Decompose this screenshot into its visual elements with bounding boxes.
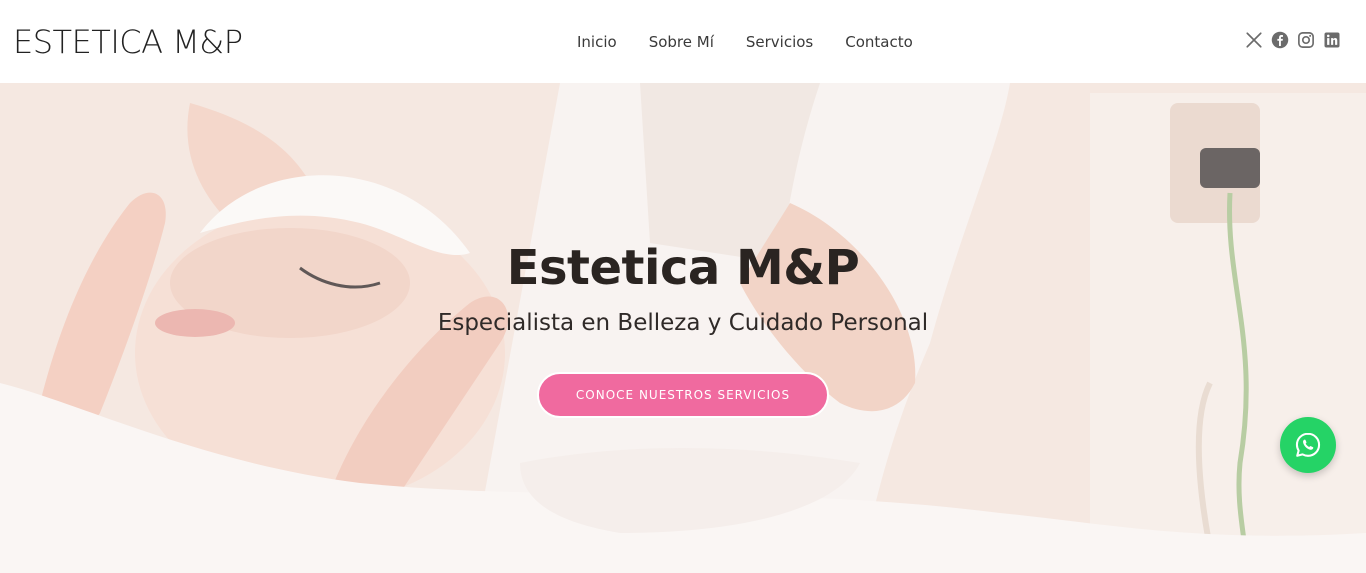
hero-title: Estetica M&P [506, 240, 860, 296]
hero-subtitle: Especialista en Belleza y Cuidado Person… [437, 310, 929, 336]
facebook-icon[interactable] [1271, 31, 1289, 49]
whatsapp-button[interactable] [1280, 417, 1336, 473]
social-links [1245, 31, 1341, 49]
instagram-icon[interactable] [1297, 31, 1315, 49]
services-cta-button[interactable]: CONOCE NUESTROS SERVICIOS [537, 372, 829, 418]
main-nav: Inicio Sobre Mí Servicios Contacto [561, 0, 929, 83]
nav-item-sobre-mi[interactable]: Sobre Mí [633, 32, 730, 52]
nav-item-servicios[interactable]: Servicios [730, 32, 829, 52]
hero-content: Estetica M&P Especialista en Belleza y C… [0, 83, 1366, 573]
x-icon[interactable] [1245, 31, 1263, 49]
nav-item-contacto[interactable]: Contacto [829, 32, 929, 52]
hero-section: Estetica M&P Especialista en Belleza y C… [0, 83, 1366, 573]
site-header: ESTETICA M&P Inicio Sobre Mí Servicios C… [0, 0, 1366, 83]
whatsapp-icon [1295, 432, 1321, 457]
linkedin-icon[interactable] [1323, 31, 1341, 49]
site-logo[interactable]: ESTETICA M&P [13, 22, 243, 62]
nav-item-inicio[interactable]: Inicio [561, 32, 633, 52]
